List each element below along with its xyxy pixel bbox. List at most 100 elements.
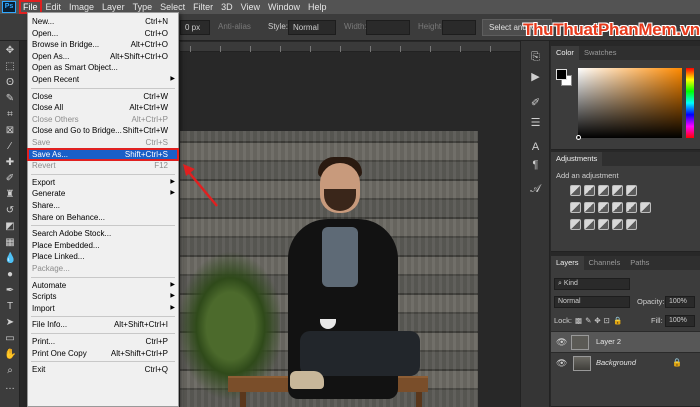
selective-color-icon[interactable]: [626, 219, 637, 230]
vibrance-icon[interactable]: [626, 185, 637, 196]
color-balance-icon[interactable]: [584, 202, 595, 213]
menu-item-save-as[interactable]: Save As... Shift+Ctrl+S: [27, 147, 179, 162]
posterize-icon[interactable]: [584, 219, 595, 230]
color-picker-field[interactable]: [578, 68, 682, 138]
crop-tool-icon[interactable]: ⌗: [4, 109, 16, 121]
blend-mode-select[interactable]: Normal: [554, 296, 630, 308]
more-tools-icon[interactable]: …: [4, 381, 16, 393]
actions-panel-icon[interactable]: ▶: [529, 71, 542, 84]
menu-view[interactable]: View: [237, 0, 264, 14]
menu-item-open-as[interactable]: Open As... Alt+Shift+Ctrl+O: [28, 51, 178, 63]
quick-select-tool-icon[interactable]: ✎: [4, 93, 16, 105]
width-input[interactable]: [366, 20, 410, 35]
eyedropper-tool-icon[interactable]: ∕: [4, 141, 16, 153]
move-tool-icon[interactable]: ✥: [4, 45, 16, 57]
dodge-tool-icon[interactable]: ●: [4, 269, 16, 281]
black-white-icon[interactable]: [598, 202, 609, 213]
brush-tool-icon[interactable]: ✐: [4, 173, 16, 185]
healing-brush-icon[interactable]: ✚: [4, 157, 16, 169]
menu-filter[interactable]: Filter: [189, 0, 217, 14]
layer-row-background[interactable]: 👁 Background 🔒: [551, 352, 700, 373]
menu-item-close-all[interactable]: Close All Alt+Ctrl+W: [28, 102, 178, 114]
menu-item-print-one-copy[interactable]: Print One Copy Alt+Shift+Ctrl+P: [28, 348, 178, 360]
menu-item-file-info[interactable]: File Info... Alt+Shift+Ctrl+I: [28, 319, 178, 331]
foreground-color-swatch[interactable]: [556, 69, 567, 80]
tab-channels[interactable]: Channels: [584, 256, 626, 270]
layer-name[interactable]: Layer 2: [596, 337, 621, 346]
menu-item-print[interactable]: Print... Ctrl+P: [28, 336, 178, 348]
brightness-contrast-icon[interactable]: [570, 185, 581, 196]
menu-item-share-on-behance[interactable]: Share on Behance...: [28, 212, 178, 224]
tab-paths[interactable]: Paths: [625, 256, 654, 270]
visibility-eye-icon[interactable]: 👁: [556, 358, 567, 368]
clone-stamp-icon[interactable]: ♜: [4, 189, 16, 201]
menu-item-place-linked[interactable]: Place Linked...: [28, 251, 178, 263]
channel-mixer-icon[interactable]: [626, 202, 637, 213]
menu-item-export[interactable]: Export ▶: [28, 177, 178, 189]
menu-item-scripts[interactable]: Scripts ▶: [28, 291, 178, 303]
tab-color[interactable]: Color: [551, 46, 579, 60]
layer-name[interactable]: Background: [596, 358, 636, 367]
glyphs-panel-icon[interactable]: 𝒜: [529, 183, 542, 196]
path-select-icon[interactable]: ➤: [4, 317, 16, 329]
menu-item-generate[interactable]: Generate ▶: [28, 188, 178, 200]
zoom-tool-icon[interactable]: ⌕: [4, 365, 16, 377]
paragraph-panel-icon[interactable]: ¶: [529, 159, 542, 172]
menu-item-exit[interactable]: Exit Ctrl+Q: [28, 364, 178, 376]
exposure-icon[interactable]: [612, 185, 623, 196]
style-select[interactable]: Normal: [288, 20, 336, 35]
anti-alias-checkbox[interactable]: Anti-alias: [218, 22, 251, 31]
lock-options-icon[interactable]: ▩✎✥⊡🔒: [575, 314, 625, 328]
type-tool-icon[interactable]: T: [4, 301, 16, 313]
color-picker-cursor[interactable]: [576, 135, 581, 140]
color-lookup-icon[interactable]: [640, 202, 651, 213]
menu-help[interactable]: Help: [304, 0, 331, 14]
menu-item-browse-in-bridge[interactable]: Browse in Bridge... Alt+Ctrl+O: [28, 39, 178, 51]
tab-swatches[interactable]: Swatches: [579, 46, 622, 60]
hand-tool-icon[interactable]: ✋: [4, 349, 16, 361]
menu-item-open[interactable]: Open... Ctrl+O: [28, 28, 178, 40]
height-input[interactable]: [442, 20, 476, 35]
fill-input[interactable]: 100%: [665, 315, 695, 327]
visibility-eye-icon[interactable]: 👁: [556, 337, 567, 347]
menu-item-search-adobe-stock[interactable]: Search Adobe Stock...: [28, 228, 178, 240]
history-panel-icon[interactable]: ⎘: [529, 51, 542, 64]
tab-layers[interactable]: Layers: [551, 256, 584, 270]
levels-icon[interactable]: [584, 185, 595, 196]
layer-row-layer-2[interactable]: 👁 Layer 2: [551, 331, 700, 352]
threshold-icon[interactable]: [598, 219, 609, 230]
menu-item-new[interactable]: New... Ctrl+N: [28, 16, 178, 28]
menu-item-import[interactable]: Import ▶: [28, 303, 178, 315]
rectangle-tool-icon[interactable]: ▭: [4, 333, 16, 345]
curves-icon[interactable]: [598, 185, 609, 196]
pen-tool-icon[interactable]: ✒: [4, 285, 16, 297]
lasso-tool-icon[interactable]: ʘ: [4, 77, 16, 89]
menu-item-place-embedded[interactable]: Place Embedded...: [28, 240, 178, 252]
menu-item-automate[interactable]: Automate ▶: [28, 280, 178, 292]
photo-filter-icon[interactable]: [612, 202, 623, 213]
menu-item-open-recent[interactable]: Open Recent ▶: [28, 74, 178, 86]
gradient-map-icon[interactable]: [612, 219, 623, 230]
menu-window[interactable]: Window: [264, 0, 304, 14]
character-panel-icon[interactable]: A: [529, 141, 542, 154]
hue-slider[interactable]: [686, 68, 694, 138]
menu-item-open-as-smart-object[interactable]: Open as Smart Object...: [28, 62, 178, 74]
menu-item-close[interactable]: Close Ctrl+W: [28, 91, 178, 103]
blur-tool-icon[interactable]: 💧: [4, 253, 16, 265]
tab-adjustments[interactable]: Adjustments: [551, 152, 603, 166]
eraser-tool-icon[interactable]: ◩: [4, 221, 16, 233]
history-brush-icon[interactable]: ↺: [4, 205, 16, 217]
opacity-input[interactable]: 100%: [665, 296, 695, 308]
menu-item-share[interactable]: Share...: [28, 200, 178, 212]
menu-item-close-and-go-to-bridge[interactable]: Close and Go to Bridge... Shift+Ctrl+W: [28, 125, 178, 137]
marquee-tool-icon[interactable]: ⬚: [4, 61, 16, 73]
menu-3d[interactable]: 3D: [217, 0, 237, 14]
frame-tool-icon[interactable]: ⊠: [4, 125, 16, 137]
invert-icon[interactable]: [570, 219, 581, 230]
brush-settings-icon[interactable]: ✐: [529, 97, 542, 110]
gradient-tool-icon[interactable]: ▦: [4, 237, 16, 249]
layer-filter-select[interactable]: ⌕ Kind: [554, 278, 630, 290]
hue-saturation-icon[interactable]: [570, 202, 581, 213]
feather-input[interactable]: 0 px: [180, 20, 210, 35]
properties-panel-icon[interactable]: ☰: [529, 117, 542, 130]
